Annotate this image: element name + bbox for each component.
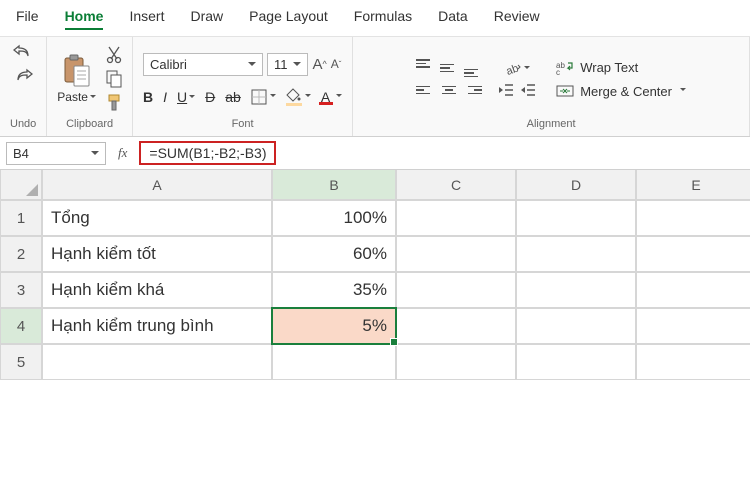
font-color-icon[interactable]: A bbox=[321, 88, 342, 105]
group-undo: Undo bbox=[0, 37, 47, 136]
cell-b3[interactable]: 35% bbox=[272, 272, 396, 308]
cell-a4[interactable]: Hạnh kiểm trung bình bbox=[42, 308, 272, 344]
menu-formulas[interactable]: Formulas bbox=[354, 8, 412, 30]
redo-icon[interactable] bbox=[13, 67, 33, 83]
align-left-icon[interactable] bbox=[416, 81, 434, 99]
row-header-1[interactable]: 1 bbox=[0, 200, 42, 236]
svg-text:ab: ab bbox=[505, 63, 521, 77]
cell-c3[interactable] bbox=[396, 272, 516, 308]
cell-e4[interactable] bbox=[636, 308, 750, 344]
cell-b5[interactable] bbox=[272, 344, 396, 380]
menu-data[interactable]: Data bbox=[438, 8, 468, 30]
cell-c4[interactable] bbox=[396, 308, 516, 344]
orientation-icon[interactable]: ab bbox=[498, 61, 536, 77]
menu-bar: File Home Insert Draw Page Layout Formul… bbox=[0, 0, 750, 36]
undo-icon[interactable] bbox=[13, 43, 33, 59]
merge-center-button[interactable]: Merge & Center bbox=[556, 84, 686, 99]
group-alignment: ab abc Wrap Text Merge & Center Alignmen… bbox=[353, 37, 750, 136]
col-header-e[interactable]: E bbox=[636, 170, 750, 200]
col-header-d[interactable]: D bbox=[516, 170, 636, 200]
align-right-icon[interactable] bbox=[464, 81, 482, 99]
menu-home[interactable]: Home bbox=[65, 8, 104, 30]
strike-button[interactable]: D bbox=[205, 89, 215, 105]
font-name-select[interactable]: Calibri bbox=[143, 53, 263, 76]
cell-c1[interactable] bbox=[396, 200, 516, 236]
ribbon: Undo Paste Clipboard Calibri 11 A^ Aˇ bbox=[0, 36, 750, 137]
cell-c2[interactable] bbox=[396, 236, 516, 272]
col-header-c[interactable]: C bbox=[396, 170, 516, 200]
menu-insert[interactable]: Insert bbox=[129, 8, 164, 30]
col-header-a[interactable]: A bbox=[42, 170, 272, 200]
select-all-corner[interactable] bbox=[0, 170, 42, 200]
menu-file[interactable]: File bbox=[16, 8, 39, 30]
group-alignment-label: Alignment bbox=[527, 115, 576, 134]
copy-icon[interactable] bbox=[106, 70, 122, 88]
decrease-indent-icon[interactable] bbox=[498, 83, 514, 97]
group-font-label: Font bbox=[232, 115, 254, 134]
wrap-text-button[interactable]: abc Wrap Text bbox=[556, 60, 686, 76]
align-bottom-icon[interactable] bbox=[464, 59, 482, 77]
cell-e2[interactable] bbox=[636, 236, 750, 272]
formula-bar-row: B4 fx =SUM(B1;-B2;-B3) bbox=[0, 137, 750, 170]
cell-d5[interactable] bbox=[516, 344, 636, 380]
cell-a3[interactable]: Hạnh kiểm khá bbox=[42, 272, 272, 308]
font-size-select[interactable]: 11 bbox=[267, 53, 309, 76]
group-undo-label: Undo bbox=[10, 115, 36, 134]
alignment-grid bbox=[416, 59, 482, 99]
merge-center-label: Merge & Center bbox=[580, 84, 672, 99]
cell-d2[interactable] bbox=[516, 236, 636, 272]
italic-button[interactable]: I bbox=[163, 89, 167, 105]
wrap-text-label: Wrap Text bbox=[580, 60, 638, 75]
format-painter-icon[interactable] bbox=[106, 94, 122, 112]
group-font: Calibri 11 A^ Aˇ B I U D ab A Font bbox=[133, 37, 353, 136]
cell-a5[interactable] bbox=[42, 344, 272, 380]
group-clipboard: Paste Clipboard bbox=[47, 37, 133, 136]
name-box[interactable]: B4 bbox=[6, 142, 106, 165]
spreadsheet-grid: A B C D E 1 Tổng 100% 2 Hạnh kiểm tốt 60… bbox=[0, 170, 750, 380]
cell-c5[interactable] bbox=[396, 344, 516, 380]
menu-draw[interactable]: Draw bbox=[190, 8, 223, 30]
align-center-icon[interactable] bbox=[440, 81, 458, 99]
group-clipboard-label: Clipboard bbox=[66, 115, 113, 134]
cell-d4[interactable] bbox=[516, 308, 636, 344]
strikethrough-button[interactable]: ab bbox=[225, 89, 241, 105]
cell-e3[interactable] bbox=[636, 272, 750, 308]
menu-review[interactable]: Review bbox=[494, 8, 540, 30]
paste-button[interactable]: Paste bbox=[57, 54, 96, 104]
svg-text:c: c bbox=[556, 68, 560, 76]
increase-indent-icon[interactable] bbox=[520, 83, 536, 97]
cell-e5[interactable] bbox=[636, 344, 750, 380]
underline-button[interactable]: U bbox=[177, 89, 195, 105]
cell-a1[interactable]: Tổng bbox=[42, 200, 272, 236]
align-top-icon[interactable] bbox=[416, 59, 434, 77]
fill-color-icon[interactable] bbox=[286, 88, 311, 106]
bold-button[interactable]: B bbox=[143, 89, 153, 105]
col-header-b[interactable]: B bbox=[272, 170, 396, 200]
cell-b2[interactable]: 60% bbox=[272, 236, 396, 272]
menu-page-layout[interactable]: Page Layout bbox=[249, 8, 328, 30]
cell-d1[interactable] bbox=[516, 200, 636, 236]
row-header-2[interactable]: 2 bbox=[0, 236, 42, 272]
formula-bar[interactable]: =SUM(B1;-B2;-B3) bbox=[139, 141, 276, 165]
cell-b4[interactable]: 5% bbox=[272, 308, 396, 344]
cut-icon[interactable] bbox=[106, 46, 122, 64]
border-icon[interactable] bbox=[251, 89, 276, 105]
paste-label: Paste bbox=[57, 90, 96, 104]
row-header-5[interactable]: 5 bbox=[0, 344, 42, 380]
cell-a2[interactable]: Hạnh kiểm tốt bbox=[42, 236, 272, 272]
cell-b1[interactable]: 100% bbox=[272, 200, 396, 236]
row-header-3[interactable]: 3 bbox=[0, 272, 42, 308]
row-header-4[interactable]: 4 bbox=[0, 308, 42, 344]
cell-d3[interactable] bbox=[516, 272, 636, 308]
align-middle-icon[interactable] bbox=[440, 59, 458, 77]
fx-icon[interactable]: fx bbox=[118, 145, 127, 161]
decrease-font-icon[interactable]: Aˇ bbox=[331, 57, 342, 71]
increase-font-icon[interactable]: A^ bbox=[312, 56, 326, 73]
cell-e1[interactable] bbox=[636, 200, 750, 236]
